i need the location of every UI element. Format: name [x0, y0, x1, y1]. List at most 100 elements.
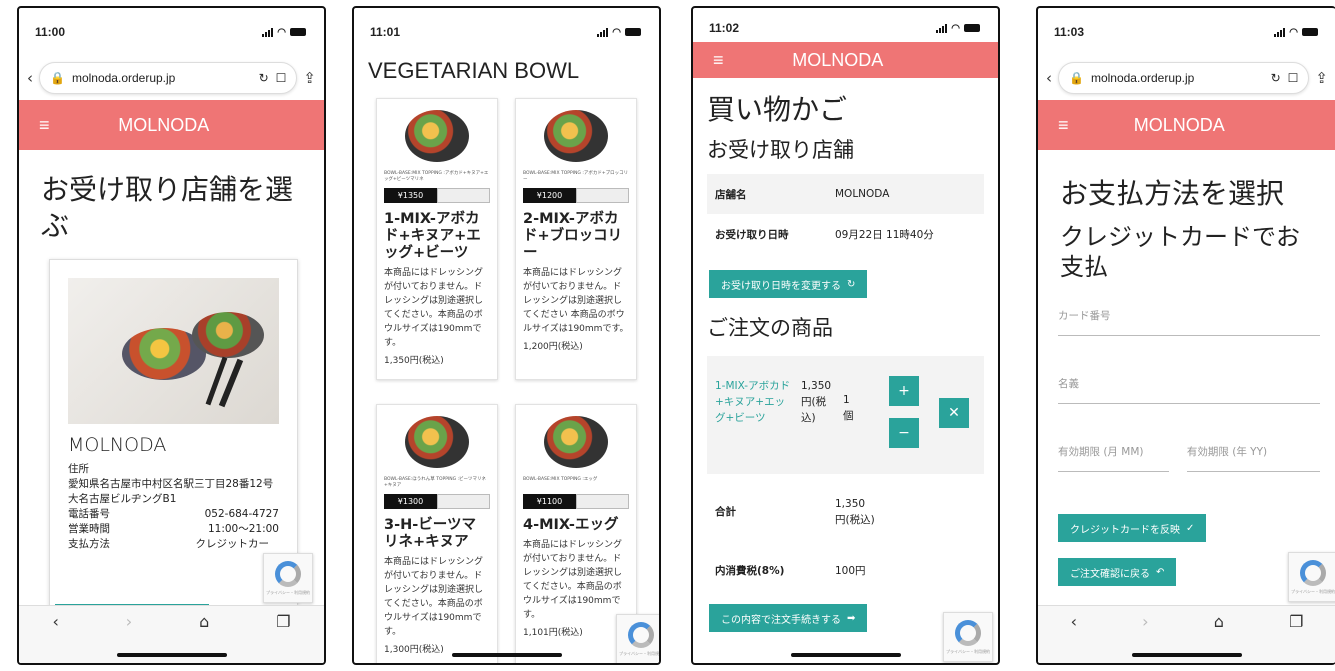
- total-value: 1,350円(税込): [835, 498, 875, 527]
- price-badge: ¥1100: [523, 494, 576, 509]
- share-icon[interactable]: ⇪: [1315, 69, 1328, 87]
- home-indicator: [116, 653, 227, 657]
- pickup-time-value: 09月22日 11時40分: [835, 228, 934, 241]
- expiry-month-field[interactable]: 有効期限 (月 MM): [1058, 444, 1169, 473]
- product-card[interactable]: BOWL-BASE:ほうれん草 TOPPING :ビーツマリネ+キヌア ¥1300…: [376, 404, 498, 663]
- back-icon[interactable]: ‹: [27, 69, 33, 87]
- home-icon[interactable]: ⌂: [199, 612, 209, 631]
- change-pickup-label: お受け取り日時を変更する: [721, 280, 841, 292]
- menu-icon[interactable]: ≡: [713, 50, 724, 71]
- share-icon[interactable]: ⇪: [303, 69, 316, 87]
- store-value: MOLNODA: [835, 188, 890, 201]
- pickup-store-heading: お受け取り店舗: [707, 138, 854, 163]
- expiry-year-field[interactable]: 有効期限 (年 YY): [1186, 444, 1320, 473]
- home-indicator: [790, 653, 901, 657]
- apply-card-button[interactable]: クレジットカードを反映 ✓: [1058, 514, 1207, 543]
- price-tag: ¥1100: [523, 494, 629, 509]
- product-name[interactable]: 2-MIX-アボカド+ブロッコリー: [523, 211, 629, 262]
- reload-icon[interactable]: ↻: [1271, 71, 1281, 85]
- product-price: 1,200円(税込): [523, 342, 583, 352]
- clock: 11:00: [35, 25, 66, 39]
- back-icon[interactable]: ‹: [1046, 69, 1052, 87]
- page-title: 買い物かご: [707, 93, 848, 126]
- brand-title: MOLNODA: [1133, 114, 1225, 135]
- phone-cart: 11:02 ◠ ≡ MOLNODA 買い物かご お受け取り店舗 店舗名 MOLNODA…: [691, 6, 1000, 665]
- qty-value: 1: [843, 394, 850, 407]
- recaptcha-badge[interactable]: プライバシー・利用規約: [263, 553, 313, 603]
- clock: 11:03: [1054, 25, 1085, 39]
- home-indicator: [451, 653, 562, 657]
- brand-title: MOLNODA: [118, 114, 210, 135]
- page-title: お支払方法を選択: [1060, 177, 1285, 210]
- store-card[interactable]: MOLNODA 住所 愛知県名古屋市中村区名駅三丁目28番12号 大名古屋ビルヂ…: [49, 258, 298, 619]
- increase-qty-button[interactable]: +: [889, 376, 919, 407]
- phone-store-select: 11:00 ◠ ‹ 🔒 molnoda.orderup.jp ↻ ☐ ⇪ ≡ MOLNODA …: [17, 6, 326, 665]
- nav-back-icon[interactable]: ‹: [52, 612, 58, 631]
- phone-value: 052-684-4727: [204, 507, 279, 520]
- home-icon[interactable]: ⌂: [1214, 612, 1224, 631]
- recaptcha-badge[interactable]: プライバシー・利用規約: [943, 612, 993, 662]
- signal-icon: [1274, 27, 1286, 37]
- bookmark-icon[interactable]: ☐: [276, 71, 287, 85]
- product-topping: BOWL-BASE:MIX TOPPING :エッグ: [523, 477, 598, 482]
- recaptcha-badge[interactable]: プライバシー・利用規約: [616, 614, 659, 663]
- product-topping: BOWL-BASE:MIX TOPPING :アボカド+キヌア+エッグ+ビーツマ…: [384, 171, 489, 182]
- qty-unit: 個: [843, 410, 854, 423]
- price-tag: ¥1300: [384, 494, 490, 509]
- product-card[interactable]: BOWL-BASE:MIX TOPPING :アボカド+キヌア+エッグ+ビーツマ…: [376, 98, 498, 380]
- status-bar: 11:00 ◠: [19, 8, 324, 56]
- store-name: MOLNODA: [68, 433, 167, 456]
- bookmark-icon[interactable]: ☐: [1288, 71, 1299, 85]
- product-name[interactable]: 3-H-ビーツマリネ+キヌア: [384, 517, 490, 551]
- product-price: 1,101円(税込): [523, 628, 583, 638]
- battery-icon: [290, 28, 306, 36]
- cart-item-name[interactable]: 1-MIX-アボカド+キヌア+エッグ+ビーツ: [715, 378, 795, 452]
- pickup-time-label: お受け取り日時: [715, 228, 789, 241]
- cart-item-price: 1,350円(税込): [801, 380, 832, 425]
- status-bar: 11:03 ◠: [1038, 8, 1335, 56]
- signal-icon: [936, 23, 948, 33]
- product-description: 本商品にはドレッシングが付いておりません。ドレッシングは別途選択してください。本…: [384, 557, 484, 637]
- product-name[interactable]: 1-MIX-アボカド+キヌア+エッグ+ビーツ: [384, 211, 490, 262]
- back-to-confirm-button[interactable]: ご注文確認に戻る ↶: [1058, 558, 1177, 587]
- product-name[interactable]: 4-MIX-エッグ: [523, 517, 629, 534]
- battery-icon: [964, 24, 980, 32]
- product-grid: BOWL-BASE:MIX TOPPING :アボカド+キヌア+エッグ+ビーツマ…: [354, 98, 659, 663]
- undo-icon: ↶: [1156, 566, 1165, 578]
- menu-icon[interactable]: ≡: [39, 115, 50, 136]
- decrease-qty-button[interactable]: −: [889, 418, 919, 449]
- wifi-icon: ◠: [277, 26, 286, 38]
- cardholder-name-field[interactable]: 名義: [1058, 376, 1320, 405]
- recaptcha-badge[interactable]: プライバシー・利用規約: [1288, 552, 1335, 602]
- product-card[interactable]: BOWL-BASE:MIX TOPPING :アボカド+ブロッコリー ¥1200 2…: [515, 98, 637, 380]
- change-pickup-button[interactable]: お受け取り日時を変更する ↻: [709, 270, 868, 299]
- category-title: VEGETARIAN BOWL: [368, 58, 580, 83]
- reload-icon[interactable]: ↻: [259, 71, 269, 85]
- price-badge: ¥1300: [384, 494, 437, 509]
- product-image: [523, 411, 629, 473]
- nav-forward-icon[interactable]: ›: [126, 612, 132, 631]
- address-bar[interactable]: 🔒 molnoda.orderup.jp ↻ ☐: [39, 62, 298, 94]
- product-price: 1,350円(税込): [384, 356, 444, 366]
- tabs-icon[interactable]: ❐: [276, 612, 290, 631]
- nav-forward-icon[interactable]: ›: [1142, 612, 1148, 631]
- brand-title: MOLNODA: [792, 49, 884, 70]
- remove-cart-icon[interactable]: ✕: [939, 398, 969, 429]
- nav-back-icon[interactable]: ‹: [1071, 612, 1077, 631]
- payment-label: 支払方法: [68, 537, 110, 550]
- wifi-icon: ◠: [612, 26, 621, 38]
- check-icon: ✓: [1186, 522, 1195, 534]
- site-header: ≡ MOLNODA: [1038, 100, 1335, 150]
- card-number-field[interactable]: カード番号: [1058, 308, 1320, 337]
- address-line2: 大名古屋ビルヂングB1: [68, 492, 177, 505]
- site-header: ≡ MOLNODA: [19, 100, 324, 150]
- tabs-icon[interactable]: ❐: [1289, 612, 1303, 631]
- signal-icon: [597, 27, 609, 37]
- product-topping: BOWL-BASE:ほうれん草 TOPPING :ビーツマリネ+キヌア: [384, 477, 486, 488]
- address-bar[interactable]: 🔒 molnoda.orderup.jp ↻ ☐: [1058, 62, 1310, 94]
- cart-item-row: 1-MIX-アボカド+キヌア+エッグ+ビーツ 1,350円(税込) 1 個 + …: [707, 356, 984, 475]
- clock: 11:02: [709, 21, 740, 35]
- proceed-checkout-button[interactable]: この内容で注文手続きする ➡: [709, 604, 868, 633]
- menu-icon[interactable]: ≡: [1058, 115, 1069, 136]
- wifi-icon: ◠: [951, 22, 960, 34]
